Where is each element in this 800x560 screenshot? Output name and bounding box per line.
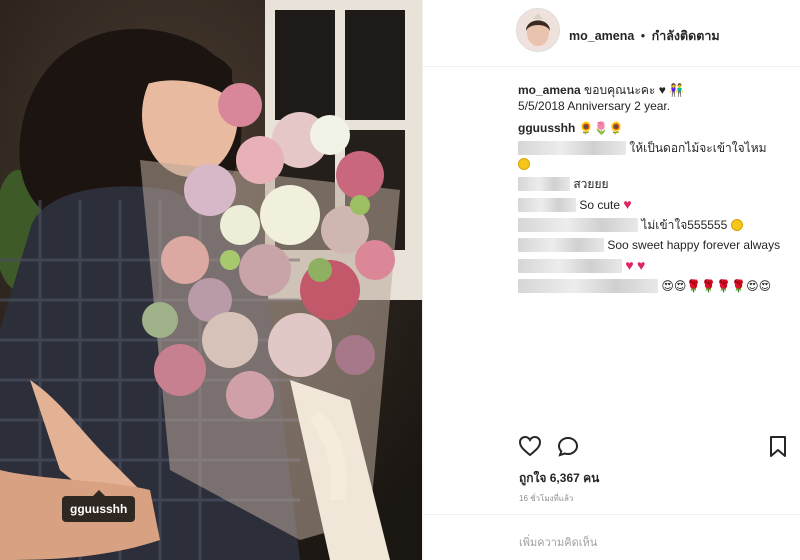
comment-item: ให้เป็นดอกไม้จะเข้าใจไหม (518, 140, 798, 172)
post-timestamp: 16 ชั่วโมงที่แล้ว (519, 494, 574, 503)
comment-text: So cute (579, 198, 621, 212)
comment-text: สวยยย (573, 177, 609, 191)
heart-outline-icon[interactable] (518, 435, 542, 462)
couple-emoji-icon: 👫 (669, 83, 685, 97)
post-side-panel: mo_amena • กำลังติดตาม mo_amena ขอบคุณนะ… (422, 0, 800, 560)
laughing-emoji-icon (518, 158, 530, 170)
avatar[interactable] (516, 8, 560, 52)
header-separator: • (640, 29, 646, 43)
comment-text: ไม่เข้าใจ555555 (641, 218, 728, 232)
comment-item: สวยยย (518, 176, 798, 192)
comment-item: Soo sweet happy forever always (518, 237, 798, 253)
blurred-username (518, 259, 622, 273)
comments-list: mo_amena ขอบคุณนะคะ ♥ 👫 5/5/2018 Anniver… (518, 82, 798, 298)
header-text: mo_amena • กำลังติดตาม (569, 26, 720, 46)
comment-text: Soo sweet happy forever always (607, 238, 781, 252)
action-bar (518, 435, 790, 461)
photo-illustration (0, 0, 422, 560)
caption-line2: 5/5/2018 Anniversary 2 year. (518, 99, 671, 113)
comment-item: So cute ♥ (518, 196, 798, 213)
header-username[interactable]: mo_amena (569, 29, 634, 43)
likes-count[interactable]: ถูกใจ 6,367 คน (519, 469, 599, 488)
caption: mo_amena ขอบคุณนะคะ ♥ 👫 5/5/2018 Anniver… (518, 82, 798, 114)
red-heart-icon: ♥ (637, 257, 646, 273)
post-photo[interactable]: gguusshh (0, 0, 422, 560)
blurred-username (518, 279, 658, 293)
blurred-username (518, 198, 576, 212)
instagram-post: gguusshh mo_amena • กำลังติดตาม mo_amena… (0, 0, 800, 560)
blurred-username (518, 218, 638, 232)
blurred-username (518, 177, 570, 191)
flower-emoji-icon: 🌻🌷🌻 (578, 121, 624, 135)
comment-item: 😍😍🌹🌹🌹🌹😍😍 (518, 278, 798, 294)
comment-text: ให้เป็นดอกไม้จะเข้าใจไหม (629, 141, 767, 155)
comment-username[interactable]: gguusshh (518, 121, 575, 135)
add-comment-input[interactable]: เพิ่มความคิดเห็น (423, 514, 800, 551)
bookmark-icon[interactable] (768, 435, 788, 464)
photo-user-tag[interactable]: gguusshh (62, 490, 136, 522)
laughing-emoji-icon (730, 219, 743, 231)
avatar-image (517, 9, 559, 51)
speech-bubble-icon[interactable] (556, 435, 580, 464)
blurred-username (518, 141, 626, 155)
red-heart-icon: ♥ (623, 196, 632, 212)
emoji-row-icon: 😍😍🌹🌹🌹🌹😍😍 (661, 279, 772, 293)
comment-item: ไม่เข้าใจ555555 (518, 217, 798, 233)
comment-item: ♥ ♥ (518, 257, 798, 274)
caption-username[interactable]: mo_amena (518, 83, 581, 97)
comment-item: gguusshh 🌻🌷🌻 (518, 120, 798, 136)
blurred-username (518, 238, 604, 252)
caption-text: ขอบคุณนะคะ ♥ (584, 83, 666, 97)
post-header: mo_amena • กำลังติดตาม (423, 0, 800, 67)
follow-status-button[interactable]: กำลังติดตาม (652, 29, 720, 43)
red-heart-icon: ♥ (625, 257, 634, 273)
